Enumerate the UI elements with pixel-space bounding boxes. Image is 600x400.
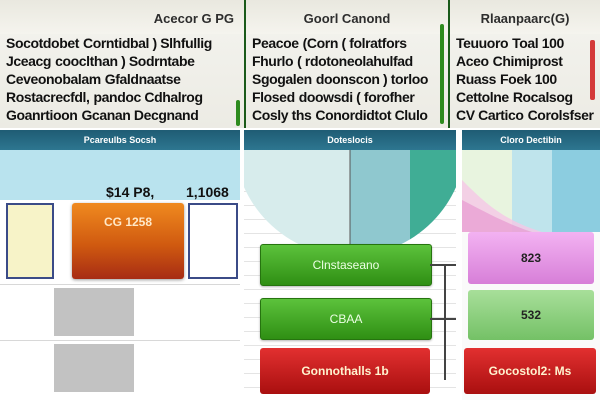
panel-row[interactable]: Aceo Chimiprost: [450, 52, 600, 70]
panel-row[interactable]: Cosly ths Conordidtot Clulo: [246, 106, 448, 124]
section-header-left: Pcareulbs Socsh: [0, 130, 240, 150]
panel-row[interactable]: Flosed doowsdi ( forofher: [246, 88, 448, 106]
panel-control: Goorl Canond Peacoe (Corn ( folratfors Fh…: [246, 0, 450, 128]
orange-card-label: CG 1258: [103, 215, 153, 229]
pie-chart: [244, 150, 456, 248]
connector-line: [444, 264, 446, 380]
panel-row[interactable]: Ruass Foek 100: [450, 70, 600, 88]
panel-row[interactable]: Fhurlo( rdotoneolahulfad: [246, 52, 448, 70]
section-header-middle: Doteslocis: [244, 130, 456, 150]
panel-row[interactable]: Goanrtioon Gcanan Decgnand: [0, 106, 244, 124]
alert-card-right[interactable]: Gocostol2: Ms: [464, 348, 596, 394]
panel-header: Goorl Canond: [246, 0, 448, 34]
divider: [0, 284, 240, 285]
panel-row[interactable]: CV Cartico Corolsfser: [450, 106, 600, 124]
red-marker: [590, 40, 595, 100]
yellow-card[interactable]: [6, 203, 54, 279]
pie-slice: [410, 150, 456, 248]
summary-value-1: $14 P8,: [106, 184, 155, 200]
alert-button[interactable]: Gonnothalls 1b: [260, 348, 430, 394]
summary-value-2: 1,1068: [186, 184, 229, 200]
green-marker: [440, 24, 444, 124]
gray-block[interactable]: [54, 288, 134, 336]
panel-row[interactable]: Cettolne Rocalsog: [450, 88, 600, 106]
orange-card[interactable]: CG 1258: [72, 203, 184, 279]
panel-row[interactable]: Sgogalen doonscon ) torloo: [246, 70, 448, 88]
panel-row[interactable]: Rostacrecfdl, pandoc Cdhalrog: [0, 88, 244, 106]
panel-accounts: Acecor G PG Socotdobet Corntidbal ) Slhfu…: [0, 0, 246, 128]
green-marker: [236, 100, 240, 126]
panel-row[interactable]: Teuuoro Toal 100: [450, 34, 600, 52]
status-button-1[interactable]: Clnstaseano: [260, 244, 432, 286]
status-button-2[interactable]: CBAA: [260, 298, 432, 340]
panel-row[interactable]: Peacoe (Corn ( folratfors: [246, 34, 448, 52]
white-card[interactable]: [188, 203, 238, 279]
panel-header: Acecor G PG: [0, 0, 244, 34]
connector-line: [430, 318, 456, 320]
panel-row[interactable]: Jceacg cooclthan ) Sodrntabe: [0, 52, 244, 70]
metric-card-pink[interactable]: 823: [468, 232, 594, 284]
panel-report: Rlaanpaarc(G) Teuuoro Toal 100 Aceo Chimip…: [450, 0, 600, 128]
connector-line: [430, 264, 456, 266]
panel-row[interactable]: Ceveonobalam Gfaldnaatse: [0, 70, 244, 88]
panel-header: Rlaanpaarc(G): [450, 0, 600, 34]
area-chart: [462, 150, 600, 232]
metric-card-green[interactable]: 532: [468, 290, 594, 340]
panel-row[interactable]: Socotdobet Corntidbal ) Slhfullig: [0, 34, 244, 52]
divider: [0, 340, 240, 341]
gray-block[interactable]: [54, 344, 134, 392]
pie-slice: [244, 150, 350, 248]
section-header-right: Cloro Dectibin: [462, 130, 600, 150]
